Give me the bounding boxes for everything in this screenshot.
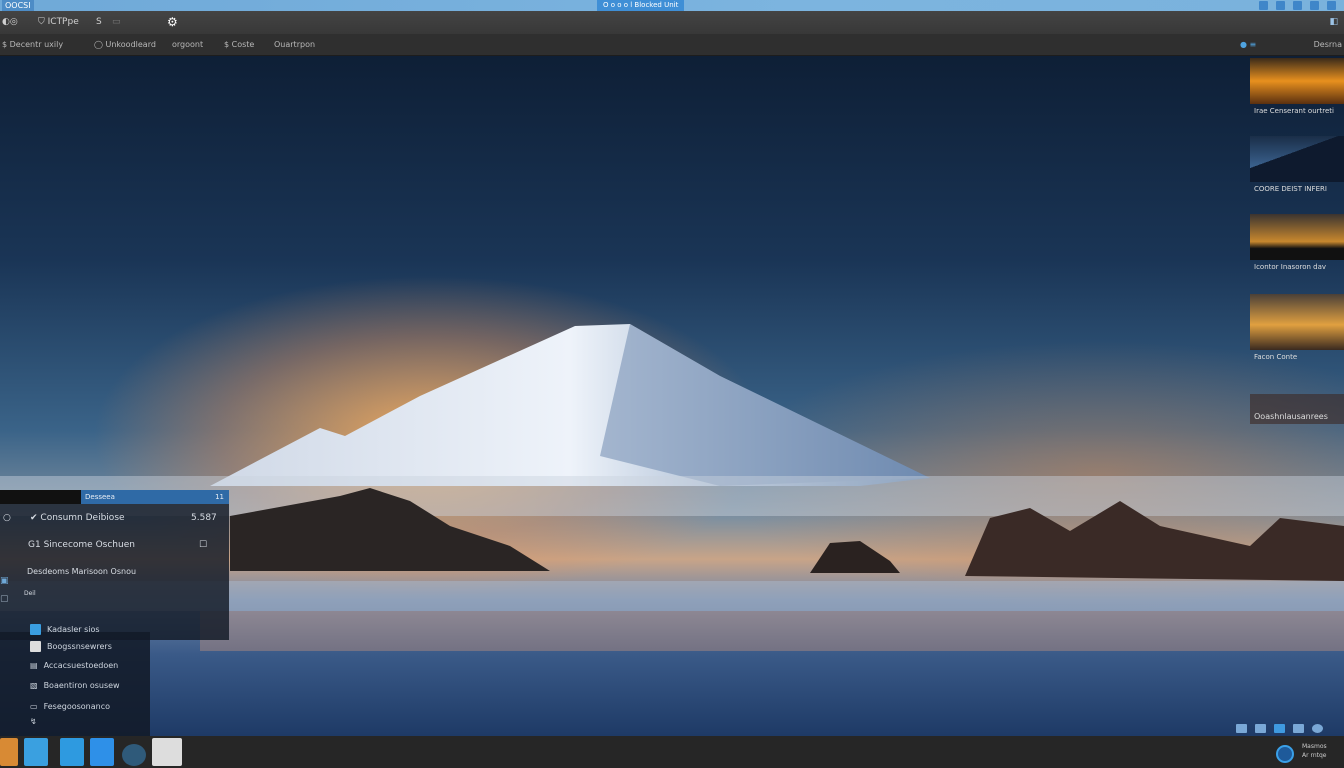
menu-item[interactable]: Kadasler sios [30, 624, 100, 635]
row-label: Consumn Deibiose [40, 513, 125, 523]
panel-header-left [0, 490, 81, 504]
clock-time: Masmos [1302, 743, 1327, 750]
network-icon[interactable] [1276, 1, 1285, 10]
menu-item-label: Kadasler sios [47, 625, 100, 634]
nav-label: Decentr uxily [9, 40, 64, 49]
radio-icon[interactable]: ○ [3, 513, 11, 523]
thumbnail-image [1250, 214, 1344, 260]
gear-icon[interactable]: ⚙ [167, 11, 178, 34]
toolbar-item[interactable]: ⛉ ICTPpe [38, 11, 79, 34]
tray-icon[interactable] [1312, 724, 1323, 733]
panel-header: Desseea 11 [81, 490, 229, 504]
nav-item[interactable]: $ Decentr uxily [2, 34, 63, 56]
folder-icon [30, 624, 41, 635]
user-icon[interactable] [1259, 1, 1268, 10]
row-label: Sincecome Oschuen [43, 540, 135, 550]
window-icon[interactable] [1327, 1, 1336, 10]
notification-panel: Desseea 11 ○ ✔ Consumn Deibiose 5.587 G1 … [0, 490, 229, 640]
edit-icon: ▧ [30, 681, 38, 690]
thumbnail-image [1250, 294, 1344, 350]
toolbar: ◐◎ ⛉ ICTPpe S ▭ ⚙ ◧ [0, 11, 1344, 34]
app-title: OOCSI [2, 0, 34, 11]
thumbnail-image [1250, 58, 1344, 104]
panel-row[interactable]: Desdeoms Marisoon Osnou [27, 567, 136, 576]
clock[interactable]: Masmos Ar rntqe [1302, 742, 1327, 760]
cortana-icon[interactable] [1276, 745, 1294, 763]
menu-item-label: Accacsuestoedoen [43, 661, 119, 670]
globe-icon[interactable]: ● ≡ [1240, 34, 1256, 56]
thumbnail-image [1250, 136, 1344, 182]
taskbar: Masmos Ar rntqe [0, 736, 1344, 768]
menu-item[interactable]: ▧ Boaentiron osusew [30, 681, 120, 690]
document-icon [30, 641, 41, 652]
taskbar-app-icon[interactable] [90, 738, 114, 766]
thumbnail-panel: Irae Censerant ourtreti COORE DEIST INFE… [1248, 56, 1344, 456]
tray-icon[interactable] [1255, 724, 1266, 733]
nav-label: Coste [231, 40, 255, 49]
thumbnail-label: Ooashnlausanrees [1254, 412, 1328, 421]
thumbnail-item[interactable]: Irae Censerant ourtreti [1250, 58, 1344, 118]
start-button[interactable] [0, 738, 18, 766]
tray-icon[interactable] [1236, 724, 1247, 733]
thumbnail-label: Irae Censerant ourtreti [1254, 107, 1334, 115]
globe-icon[interactable] [122, 744, 146, 766]
thumbnail-label: Icontor Inasoron dav [1254, 263, 1327, 271]
menu-item[interactable]: ↯ [30, 717, 37, 726]
thumbnail-label: Facon Conte [1254, 353, 1298, 361]
panel-title: Desseea [85, 493, 115, 501]
nav-bar: $ Decentr uxily ◯ Unkoodleard orgoont $ … [0, 34, 1344, 56]
settings-icon[interactable] [1293, 1, 1302, 10]
thumbnail-label: COORE DEIST INFERI [1254, 185, 1327, 193]
tray-icon[interactable] [1293, 724, 1304, 733]
nav-item[interactable]: Ouartrpon [274, 34, 315, 56]
nav-item[interactable]: $ Coste [224, 34, 254, 56]
nav-right-item[interactable]: Desrna [1314, 34, 1342, 56]
checkbox-icon[interactable]: ☐ [199, 540, 207, 550]
thumbnail-item[interactable]: Facon Conte [1250, 294, 1344, 364]
taskbar-app-icon[interactable] [24, 738, 48, 766]
menu-item-label: Fesegoosonanco [43, 702, 111, 711]
thumbnail-item[interactable]: Ooashnlausanrees [1250, 394, 1344, 424]
menu-icon[interactable]: ▭ [112, 11, 121, 34]
taskbar-app-icon[interactable] [152, 738, 182, 766]
nav-item[interactable]: orgoont [172, 34, 203, 56]
panel-row[interactable]: ✔ Consumn Deibiose [30, 513, 125, 523]
app-logo-icon[interactable]: ◐◎ [2, 11, 18, 34]
tray-icon[interactable] [1274, 724, 1285, 733]
monitor-icon[interactable]: ▢ [0, 594, 9, 604]
thumbnail-item[interactable]: COORE DEIST INFERI [1250, 136, 1344, 196]
profile-icon[interactable]: ◧ [1329, 11, 1338, 34]
menu-item[interactable]: ▭ Fesegoosonanco [30, 702, 110, 711]
start-submenu: Kadasler sios Boogssnsewrers ▤ Accacsuest… [0, 624, 150, 736]
battery-icon[interactable] [1310, 1, 1319, 10]
title-center-badge[interactable]: O o o o l Blocked Unit [597, 0, 685, 11]
side-icon[interactable]: ▣ [0, 576, 9, 586]
grid-icon: ▤ [30, 661, 38, 670]
row-value: 5.587 [191, 513, 217, 523]
clock-date: Ar rntqe [1302, 752, 1327, 759]
thumbnail-item[interactable]: Icontor Inasoron dav [1250, 214, 1344, 274]
nav-label: Unkoodleard [105, 40, 156, 49]
menu-item-label: Boogssnsewrers [47, 642, 112, 651]
taskbar-app-icon[interactable] [60, 738, 84, 766]
file-icon: ▭ [30, 702, 38, 711]
panel-count: 11 [215, 493, 224, 501]
panel-row[interactable]: Deil [24, 590, 36, 597]
title-controls [1259, 0, 1336, 10]
menu-item[interactable]: ▤ Accacsuestoedoen [30, 661, 118, 670]
desktop-tray-icons [1236, 724, 1323, 733]
toolbar-item-label: ICTPpe [47, 17, 79, 27]
power-icon: ↯ [30, 717, 37, 726]
menu-item-label: Boaentiron osusew [43, 681, 120, 690]
panel-row[interactable]: G1 Sincecome Oschuen [28, 540, 135, 550]
nav-item[interactable]: ◯ Unkoodleard [94, 34, 156, 56]
menu-item[interactable]: Boogssnsewrers [30, 641, 112, 652]
toolbar-item-2[interactable]: S [96, 11, 102, 34]
title-bar: OOCSI O o o o l Blocked Unit [0, 0, 1344, 11]
